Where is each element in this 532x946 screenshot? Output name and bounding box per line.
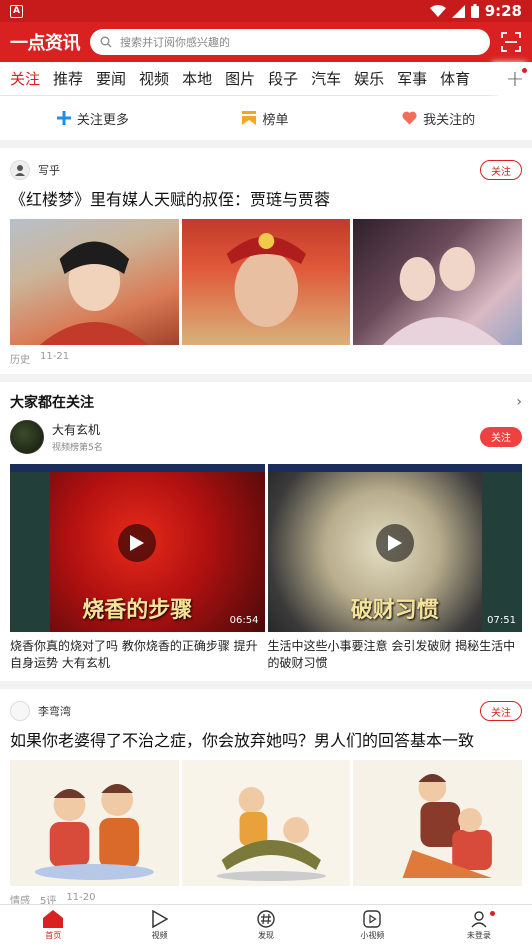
heart-icon <box>402 111 417 125</box>
channel-name: 大有玄机 <box>52 422 101 437</box>
follow-more-label: 关注更多 <box>76 112 129 128</box>
home-icon <box>43 910 64 928</box>
video-item[interactable]: 破财习惯 07:51 生活中这些小事要注意 会引发破财 揭秘生活中的破财习惯 <box>267 463 523 672</box>
tab-military[interactable]: 军事 <box>397 68 427 89</box>
add-channel-button[interactable]: + <box>498 62 532 96</box>
follow-button[interactable]: 关注 <box>480 701 522 722</box>
nav-profile-label: 未登录 <box>466 931 491 940</box>
nav-video[interactable]: 视频 <box>106 905 212 946</box>
new-badge-dot <box>522 68 527 73</box>
tab-video[interactable]: 视频 <box>139 68 169 89</box>
tab-local[interactable]: 本地 <box>182 68 212 89</box>
ranking-label: 榜单 <box>262 112 289 128</box>
nav-profile[interactable]: 未登录 <box>426 905 532 946</box>
user-icon <box>471 911 487 928</box>
article-card[interactable]: 李弯湾 关注 如果你老婆得了不治之症，你会放弃她吗？男人们的回答基本一致 情感 … <box>0 689 532 916</box>
nav-small-video[interactable]: 小视频 <box>319 905 425 946</box>
article-image[interactable] <box>353 760 523 887</box>
chevron-right-icon[interactable]: › <box>516 394 522 410</box>
nav-video-label: 视频 <box>151 931 168 940</box>
nav-small-video-label: 小视频 <box>360 931 385 940</box>
tab-recommend[interactable]: 推荐 <box>53 68 83 89</box>
channel-info[interactable]: 大有玄机 视频榜第5名 <box>10 419 103 454</box>
video-thumbnail[interactable]: 破财习惯 07:51 <box>267 463 522 632</box>
nav-discover[interactable]: 发现 <box>213 905 319 946</box>
tab-follow[interactable]: 关注 <box>10 68 40 89</box>
tab-sports[interactable]: 体育 <box>440 68 470 89</box>
article-image[interactable] <box>10 760 179 887</box>
bookmark-icon <box>242 111 257 125</box>
notification-dot <box>490 911 496 916</box>
search-bar[interactable]: 搜索并订阅你感兴趣的 <box>90 29 490 55</box>
clock: 9:28 <box>484 2 522 20</box>
tab-pictures[interactable]: 图片 <box>225 68 255 89</box>
plus-icon <box>56 111 71 125</box>
play-icon <box>118 523 157 562</box>
avatar <box>10 160 30 180</box>
author-name: 李弯湾 <box>38 705 71 719</box>
article-image[interactable] <box>181 218 351 345</box>
video-item[interactable]: 烧香的步骤 06:54 烧香你真的烧对了吗 教你烧香的正确步骤 提升自身运势 大… <box>10 463 265 672</box>
article-image[interactable] <box>353 218 523 345</box>
channel-tabs: 关注 推荐 要闻 视频 本地 图片 段子 汽车 娱乐 军事 体育 + <box>0 62 532 96</box>
small-video-icon <box>363 910 382 928</box>
article-card[interactable]: 写乎 关注 《红楼梦》里有媒人天赋的叔侄：贾琏与贾蓉 历史 11-21 <box>0 148 532 374</box>
status-bar: A 9:28 <box>0 0 532 22</box>
tab-news[interactable]: 要闻 <box>96 68 126 89</box>
ranking-button[interactable]: 榜单 <box>242 109 288 128</box>
article-image[interactable] <box>181 760 351 887</box>
app-notification-icon: A <box>10 4 23 18</box>
bottom-navigation: 首页 视频 发现 小视频 未登录 <box>0 904 532 946</box>
video-caption: 破财习惯 <box>350 597 439 623</box>
trending-section: 大家都在关注 › 大有玄机 视频榜第5名 关注 烧香的步骤 06:54 烧香你真… <box>0 381 532 682</box>
wifi-icon <box>429 5 446 17</box>
search-icon <box>100 36 112 48</box>
section-title: 大家都在关注 <box>10 394 94 411</box>
tab-entertainment[interactable]: 娱乐 <box>354 68 384 89</box>
my-follows-label: 我关注的 <box>423 112 476 128</box>
article-title[interactable]: 如果你老婆得了不治之症，你会放弃她吗？男人们的回答基本一致 <box>10 731 522 752</box>
author-info[interactable]: 写乎 <box>10 160 60 180</box>
author-info[interactable]: 李弯湾 <box>10 701 71 722</box>
video-title[interactable]: 烧香你真的烧对了吗 教你烧香的正确步骤 提升自身运势 大有玄机 <box>10 638 265 672</box>
video-caption: 烧香的步骤 <box>82 597 193 623</box>
article-image[interactable] <box>10 218 179 345</box>
follow-button[interactable]: 关注 <box>480 160 522 180</box>
my-follows-button[interactable]: 我关注的 <box>402 109 475 128</box>
article-title[interactable]: 《红楼梦》里有媒人天赋的叔侄：贾琏与贾蓉 <box>10 190 522 211</box>
article-category: 历史 <box>10 354 30 366</box>
avatar <box>10 701 30 722</box>
follow-button[interactable]: 关注 <box>480 426 522 447</box>
signal-icon <box>451 4 465 18</box>
follow-more-button[interactable]: 关注更多 <box>56 109 129 128</box>
channel-rank: 视频榜第5名 <box>52 442 103 453</box>
quick-actions: 关注更多 榜单 我关注的 <box>0 96 532 140</box>
tab-auto[interactable]: 汽车 <box>311 68 341 89</box>
battery-icon <box>470 4 479 18</box>
top-header: 一点资讯 搜索并订阅你感兴趣的 <box>0 22 532 62</box>
nav-home[interactable]: 首页 <box>0 905 106 946</box>
nav-discover-label: 发现 <box>258 931 275 940</box>
nav-home-label: 首页 <box>45 931 62 940</box>
tab-jokes[interactable]: 段子 <box>268 68 298 89</box>
video-duration: 06:54 <box>229 614 259 626</box>
avatar <box>10 419 44 454</box>
hashtag-icon <box>257 910 275 928</box>
author-name: 写乎 <box>38 164 60 177</box>
video-thumbnail[interactable]: 烧香的步骤 06:54 <box>10 463 265 632</box>
play-icon <box>151 910 168 928</box>
article-date: 11-21 <box>40 350 70 362</box>
scan-icon <box>501 32 521 52</box>
search-placeholder: 搜索并订阅你感兴趣的 <box>120 36 230 49</box>
video-duration: 07:51 <box>487 614 516 626</box>
play-icon <box>375 523 414 562</box>
app-logo[interactable]: 一点资讯 <box>10 29 81 55</box>
video-title[interactable]: 生活中这些小事要注意 会引发破财 揭秘生活中的破财习惯 <box>268 638 523 672</box>
scan-button[interactable] <box>500 31 522 53</box>
